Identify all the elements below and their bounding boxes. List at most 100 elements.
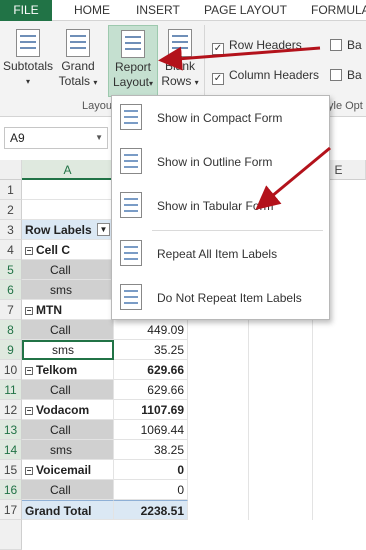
tabular-form-icon (120, 192, 142, 218)
column-header-a[interactable]: A (22, 160, 114, 180)
checkbox-checked-icon: ✓ (212, 73, 224, 85)
collapse-icon[interactable]: − (25, 307, 33, 315)
name-box-value: A9 (10, 131, 25, 145)
cell-a1[interactable] (22, 180, 114, 200)
pivot-item-row[interactable]: Call (22, 320, 114, 340)
chevron-down-icon: ▾ (25, 77, 30, 86)
row-header[interactable]: 7 (0, 300, 22, 320)
pivot-item-row[interactable]: sms (22, 440, 114, 460)
menu-label: Repeat All Item Labels (157, 247, 278, 261)
grand-totals-label-2: Totals ▾ (58, 74, 98, 88)
cell-b11[interactable]: 629.66 (114, 380, 188, 400)
group-label-style-options: yle Opt (328, 100, 363, 112)
row-header[interactable]: 17 (0, 500, 22, 520)
row-header[interactable]: 15 (0, 460, 22, 480)
active-cell-a9[interactable]: sms (22, 340, 114, 360)
pivot-group-row[interactable]: − Telkom (22, 360, 114, 380)
row-header[interactable]: 2 (0, 200, 22, 220)
pivot-group-row[interactable]: − Vodacom (22, 400, 114, 420)
cell-b14[interactable]: 38.25 (114, 440, 188, 460)
row-header[interactable]: 13 (0, 420, 22, 440)
tab-formulas[interactable]: FORMULA (311, 3, 366, 17)
cell-a2[interactable] (22, 200, 114, 220)
checkbox-unchecked-icon (330, 69, 342, 81)
report-layout-label-1: Report (114, 60, 152, 74)
collapse-icon[interactable]: − (25, 247, 33, 255)
row-header[interactable]: 8 (0, 320, 22, 340)
subtotals-icon (16, 29, 40, 57)
row-header[interactable]: 4 (0, 240, 22, 260)
report-layout-menu: Show in Compact Form Show in Outline For… (111, 95, 330, 320)
collapse-icon[interactable]: − (25, 467, 33, 475)
menu-item-compact-form[interactable]: Show in Compact Form (112, 96, 331, 140)
filter-dropdown-icon[interactable]: ▼ (97, 223, 110, 236)
cell-b16[interactable]: 0 (114, 480, 188, 500)
report-layout-button[interactable]: Report Layout▾ (108, 25, 158, 97)
menu-separator (152, 230, 323, 231)
row-header[interactable]: 16 (0, 480, 22, 500)
row-header[interactable] (0, 520, 22, 550)
menu-item-repeat-labels[interactable]: Repeat All Item Labels (112, 232, 331, 276)
row-header[interactable]: 10 (0, 360, 22, 380)
cell-b12[interactable]: 1107.69 (114, 400, 188, 420)
report-layout-label-2: Layout▾ (112, 75, 154, 89)
pivot-item-row[interactable]: Call (22, 420, 114, 440)
tab-file[interactable]: FILE (0, 0, 52, 21)
banded-columns-checkbox[interactable]: Ba (330, 68, 362, 82)
report-layout-icon (121, 30, 145, 58)
row-header[interactable]: 6 (0, 280, 22, 300)
grand-total-label[interactable]: Grand Total (22, 500, 114, 520)
pivot-item-row[interactable]: Call (22, 260, 114, 280)
subtotals-button[interactable]: Subtotals ▾ (3, 29, 53, 89)
cell-b8[interactable]: 449.09 (114, 320, 188, 340)
row-labels-header[interactable]: Row Labels ▼ (22, 220, 114, 240)
pivot-group-row[interactable]: − Voicemail (22, 460, 114, 480)
pivot-group-row[interactable]: − MTN (22, 300, 114, 320)
collapse-icon[interactable]: − (25, 367, 33, 375)
blank-rows-button[interactable]: Blank Rows ▾ (160, 29, 200, 90)
menu-item-no-repeat-labels[interactable]: Do Not Repeat Item Labels (112, 276, 331, 320)
pivot-item-row[interactable]: Call (22, 380, 114, 400)
group-label-layout: Layou (82, 100, 112, 112)
ribbon-tab-bar: FILE HOME INSERT PAGE LAYOUT FORMULA (0, 0, 366, 21)
blank-rows-label-1: Blank (164, 59, 196, 73)
row-headers-label: Row Headers (229, 38, 302, 52)
banded-rows-label: Ba (347, 38, 362, 52)
row-header[interactable]: 14 (0, 440, 22, 460)
grand-totals-icon (66, 29, 90, 57)
cell-b13[interactable]: 1069.44 (114, 420, 188, 440)
column-headers-label: Column Headers (229, 68, 320, 82)
pivot-item-row[interactable]: Call (22, 480, 114, 500)
tab-home[interactable]: HOME (74, 3, 110, 17)
chevron-down-icon[interactable]: ▼ (95, 133, 103, 142)
pivot-group-row[interactable]: − Cell C (22, 240, 114, 260)
row-header[interactable]: 1 (0, 180, 22, 200)
row-header[interactable]: 9 (0, 340, 22, 360)
row-header[interactable]: 3 (0, 220, 22, 240)
compact-form-icon (120, 104, 142, 130)
blank-rows-label-2: Rows ▾ (161, 74, 199, 88)
menu-item-outline-form[interactable]: Show in Outline Form (112, 140, 331, 184)
collapse-icon[interactable]: − (25, 407, 33, 415)
row-header[interactable]: 12 (0, 400, 22, 420)
column-headers-checkbox[interactable]: ✓ Column Headers (212, 68, 319, 85)
tab-insert[interactable]: INSERT (136, 3, 180, 17)
row-header[interactable]: 11 (0, 380, 22, 400)
menu-label: Show in Tabular Form (157, 199, 274, 213)
grand-totals-label-1: Grand (61, 59, 95, 73)
cell-b15[interactable]: 0 (114, 460, 188, 480)
banded-columns-label: Ba (347, 68, 362, 82)
name-box[interactable]: A9 ▼ (4, 127, 108, 149)
select-all-corner[interactable] (0, 160, 22, 180)
cell-b9[interactable]: 35.25 (114, 340, 188, 360)
repeat-labels-icon (120, 240, 142, 266)
banded-rows-checkbox[interactable]: Ba (330, 38, 362, 52)
row-header[interactable]: 5 (0, 260, 22, 280)
pivot-item-row[interactable]: sms (22, 280, 114, 300)
grand-totals-button[interactable]: Grand Totals ▾ (56, 29, 100, 90)
grand-total-value[interactable]: 2238.51 (114, 500, 188, 520)
tab-page-layout[interactable]: PAGE LAYOUT (204, 3, 287, 17)
row-headers-checkbox[interactable]: ✓ Row Headers (212, 38, 302, 55)
menu-item-tabular-form[interactable]: Show in Tabular Form (112, 184, 331, 228)
cell-b10[interactable]: 629.66 (114, 360, 188, 380)
